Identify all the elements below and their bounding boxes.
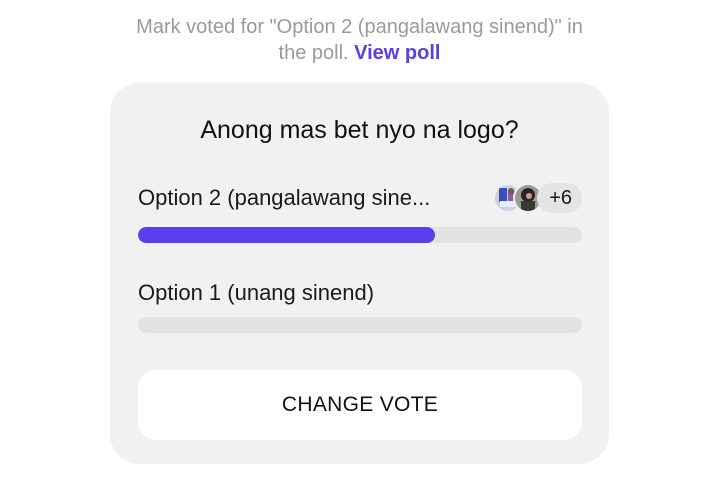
poll-option-label: Option 1 (unang sinend) — [138, 280, 375, 305]
poll-card: Anong mas bet nyo na logo? Option 2 (pan… — [110, 83, 609, 464]
poll-option-progress-track — [138, 317, 582, 333]
voter-avatars[interactable]: +6 — [493, 181, 582, 215]
notice-text-line-2: the poll. — [278, 42, 349, 64]
extra-voters-count: +6 — [537, 183, 582, 213]
poll-vote-notice: Mark voted for "Option 2 (pangalawang si… — [0, 14, 719, 66]
poll-option-progress-track — [138, 227, 582, 243]
poll-option-1[interactable]: Option 1 (unang sinend) — [138, 278, 582, 333]
view-poll-link[interactable]: View poll — [354, 42, 440, 64]
notice-text-line-1: Mark voted for "Option 2 (pangalawang si… — [136, 16, 583, 38]
poll-option-2[interactable]: Option 2 (pangalawang sine... +6 — [138, 181, 582, 243]
poll-option-progress-fill — [138, 227, 436, 243]
notice-text-line-2-wrap: the poll. View poll — [0, 40, 719, 66]
change-vote-button[interactable]: CHANGE VOTE — [138, 370, 582, 440]
poll-message-view: Mark voted for "Option 2 (pangalawang si… — [0, 0, 719, 489]
poll-question: Anong mas bet nyo na logo? — [200, 116, 519, 144]
